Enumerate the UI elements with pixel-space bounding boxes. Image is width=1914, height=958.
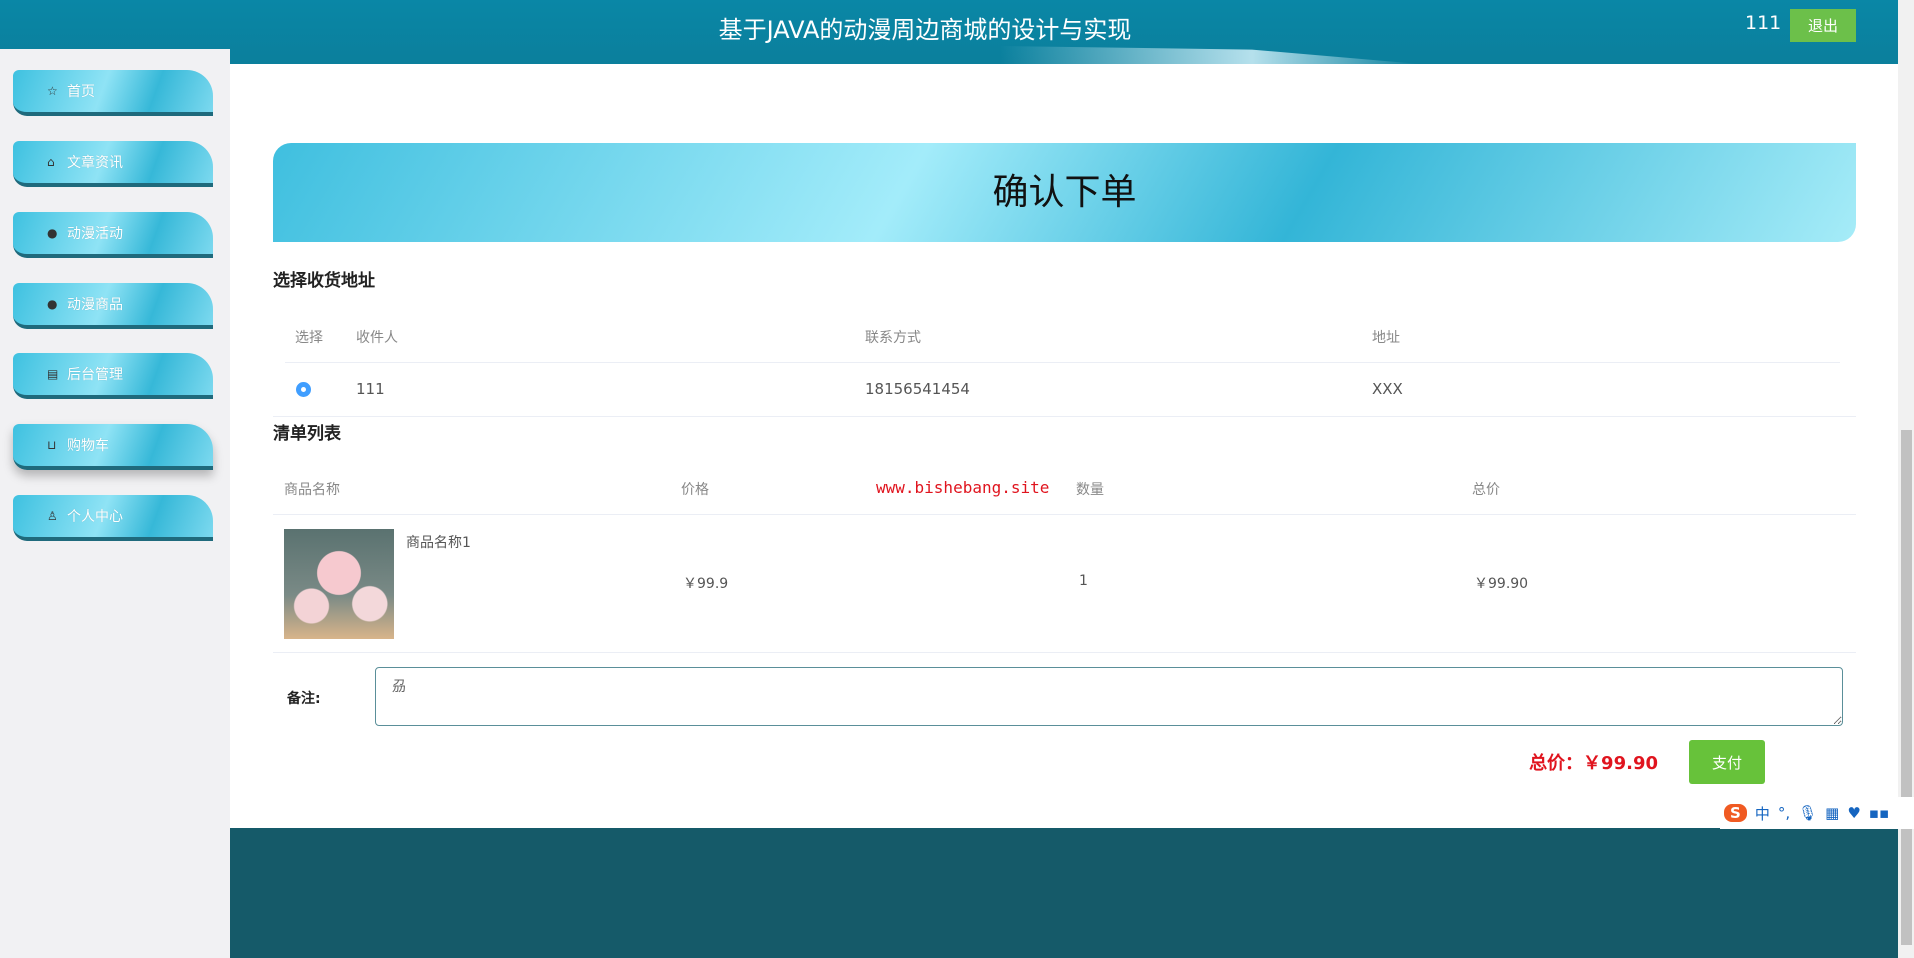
- sidebar-item-label: 动漫活动: [67, 226, 123, 242]
- address-radio[interactable]: [296, 382, 311, 397]
- logout-button[interactable]: 退出: [1790, 9, 1856, 42]
- main-content: 确认下单 选择收货地址 选择 收件人 联系方式 地址 111 181565414…: [230, 64, 1898, 828]
- footer: [230, 828, 1898, 958]
- header-decoration: [1000, 46, 1420, 64]
- address-section-title: 选择收货地址: [273, 271, 375, 291]
- sidebar-item-label: 文章资讯: [67, 155, 123, 171]
- column-header: 价格: [681, 482, 709, 498]
- column-header: 数量: [1076, 482, 1104, 498]
- remark-label: 备注:: [287, 691, 321, 707]
- page-title: 确认下单: [992, 172, 1137, 213]
- product-image[interactable]: [284, 529, 394, 639]
- sidebar-item-articles[interactable]: ⌂ 文章资讯: [13, 141, 213, 187]
- product-name: 商品名称1: [406, 535, 471, 551]
- star-icon: ☆: [47, 84, 58, 98]
- ime-punct[interactable]: °,: [1778, 804, 1790, 822]
- sidebar-item-label: 动漫商品: [67, 297, 123, 313]
- sidebar-item-label: 购物车: [67, 438, 109, 454]
- sidebar-item-admin[interactable]: ▤ 后台管理: [13, 353, 213, 399]
- info-icon: ●: [47, 226, 58, 240]
- divider: [273, 416, 1856, 417]
- order-total: 总价：￥99.90: [1529, 753, 1658, 774]
- sidebar-item-label: 首页: [67, 84, 95, 100]
- cart-icon: ⊔: [47, 438, 57, 452]
- recipient-name: 111: [356, 380, 385, 398]
- top-header: 基于JAVA的动漫周边商城的设计与实现 111 退出: [0, 0, 1898, 64]
- sidebar-item-label: 后台管理: [67, 367, 123, 383]
- remark-input[interactable]: [375, 667, 1843, 726]
- page-banner: 确认下单: [273, 143, 1856, 242]
- sogou-logo-icon: S: [1724, 804, 1747, 822]
- bag-icon: ⌂: [47, 155, 55, 169]
- column-header: 选择: [295, 330, 323, 346]
- column-header: 地址: [1372, 330, 1400, 346]
- column-header: 商品名称: [284, 482, 340, 498]
- sidebar-item-label: 个人中心: [67, 509, 123, 525]
- sidebar-item-home[interactable]: ☆ 首页: [13, 70, 213, 116]
- order-section-title: 清单列表: [273, 424, 341, 444]
- product-total: ￥99.90: [1474, 576, 1529, 592]
- sidebar-item-activities[interactable]: ● 动漫活动: [13, 212, 213, 258]
- question-icon: ●: [47, 297, 58, 311]
- product-price: ￥99.9: [683, 576, 729, 592]
- divider: [285, 362, 1840, 363]
- recipient-phone: 18156541454: [865, 380, 970, 398]
- keyboard-icon[interactable]: ▦: [1825, 804, 1839, 822]
- user-icon: ♙: [47, 509, 58, 523]
- column-header: 收件人: [356, 330, 398, 346]
- apps-icon[interactable]: ▪▪: [1869, 804, 1889, 822]
- column-header: 联系方式: [865, 330, 921, 346]
- sidebar: ☆ 首页 ⌂ 文章资讯 ● 动漫活动 ● 动漫商品 ▤ 后台管理 ⊔ 购物车 ♙ 个人中心: [0, 49, 230, 958]
- product-quantity: 1: [1079, 573, 1088, 589]
- scrollbar-thumb[interactable]: [1901, 430, 1912, 945]
- sidebar-item-cart[interactable]: ⊔ 购物车: [13, 424, 213, 470]
- site-title: 基于JAVA的动漫周边商城的设计与实现: [718, 16, 1132, 44]
- sidebar-item-products[interactable]: ● 动漫商品: [13, 283, 213, 329]
- ime-lang[interactable]: 中: [1755, 803, 1770, 824]
- calendar-icon: ▤: [47, 367, 59, 381]
- skin-icon[interactable]: ♥: [1847, 804, 1860, 822]
- divider: [273, 514, 1856, 515]
- pay-button[interactable]: 支付: [1689, 740, 1765, 784]
- microphone-icon[interactable]: 🎙: [1798, 804, 1817, 822]
- column-header: 总价: [1472, 482, 1500, 498]
- divider: [273, 652, 1856, 653]
- recipient-address: XXX: [1372, 380, 1403, 398]
- username: 111: [1745, 12, 1782, 34]
- watermark: www.bishebang.site: [876, 478, 1050, 497]
- sidebar-item-profile[interactable]: ♙ 个人中心: [13, 495, 213, 541]
- ime-toolbar: S 中 °, 🎙 ▦ ♥ ▪▪: [1720, 797, 1914, 829]
